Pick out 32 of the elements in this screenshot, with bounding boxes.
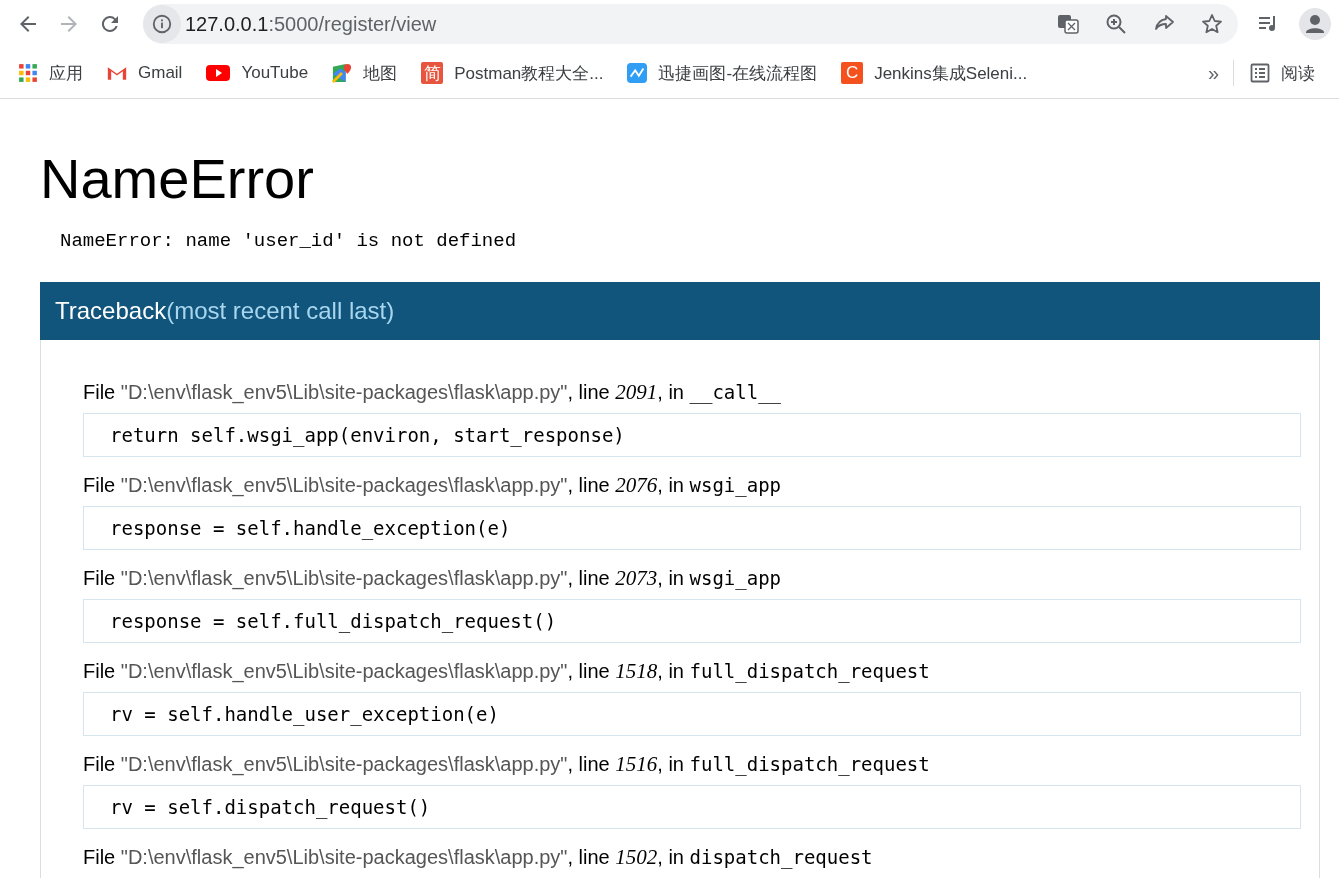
- error-message: NameError: name 'user_id' is not defined: [60, 230, 518, 253]
- bookmark-item[interactable]: 简 Postman教程大全...: [421, 61, 604, 85]
- frame-location: File "D:\env\flask_env5\Lib\site-packages\flask\app.py", line 2073, in wsgi_app: [83, 566, 783, 592]
- traceback-title: Traceback: [55, 297, 167, 325]
- bookmark-item[interactable]: YouTube: [206, 63, 309, 83]
- info-icon[interactable]: [143, 5, 181, 43]
- translate-icon[interactable]: [1056, 12, 1080, 36]
- bookmark-item[interactable]: Gmail: [107, 63, 183, 83]
- traceback-note: (most recent call last): [166, 297, 395, 325]
- bookmark-item[interactable]: 地图: [332, 61, 398, 85]
- frame-location: File "D:\env\flask_env5\Lib\site-packages\flask\app.py", line 1516, in full_dispatch_request: [83, 752, 931, 778]
- apps-grid-icon: [18, 63, 38, 83]
- bookmark-favicon: C: [841, 62, 864, 84]
- more-bookmarks-button[interactable]: »: [1207, 61, 1219, 85]
- bookmark-item[interactable]: C Jenkins集成Seleni...: [841, 61, 1028, 85]
- reading-list-button[interactable]: 阅读: [1250, 61, 1315, 85]
- star-icon[interactable]: [1200, 12, 1224, 36]
- frame-location: File "D:\env\flask_env5\Lib\site-packages\flask\app.py", line 2076, in wsgi_app: [83, 473, 783, 499]
- bookmark-item[interactable]: 应用: [18, 61, 83, 85]
- map-pin-icon: [332, 63, 353, 83]
- list-icon: [1250, 63, 1270, 83]
- line-chart-icon: [627, 63, 648, 83]
- frame-location: File "D:\env\flask_env5\Lib\site-packages\flask\app.py", line 2091, in __call__: [83, 380, 783, 406]
- frame-location: File "D:\env\flask_env5\Lib\site-packages\flask\app.py", line 1518, in full_dispatch_request: [83, 659, 931, 685]
- bookmark-item[interactable]: 迅捷画图-在线流程图: [627, 61, 818, 85]
- frame-location: File "D:\env\flask_env5\Lib\site-packages\flask\app.py", line 1502, in dispatch_request: [83, 845, 874, 871]
- profile-avatar-icon[interactable]: [1299, 8, 1331, 40]
- play-icon: [206, 63, 231, 83]
- address-bar[interactable]: 127.0.0.1:5000/register/view: [143, 4, 1238, 44]
- error-title: NameError: [40, 146, 315, 212]
- zoom-icon[interactable]: [1104, 12, 1128, 36]
- bookmark-favicon: 简: [421, 62, 444, 84]
